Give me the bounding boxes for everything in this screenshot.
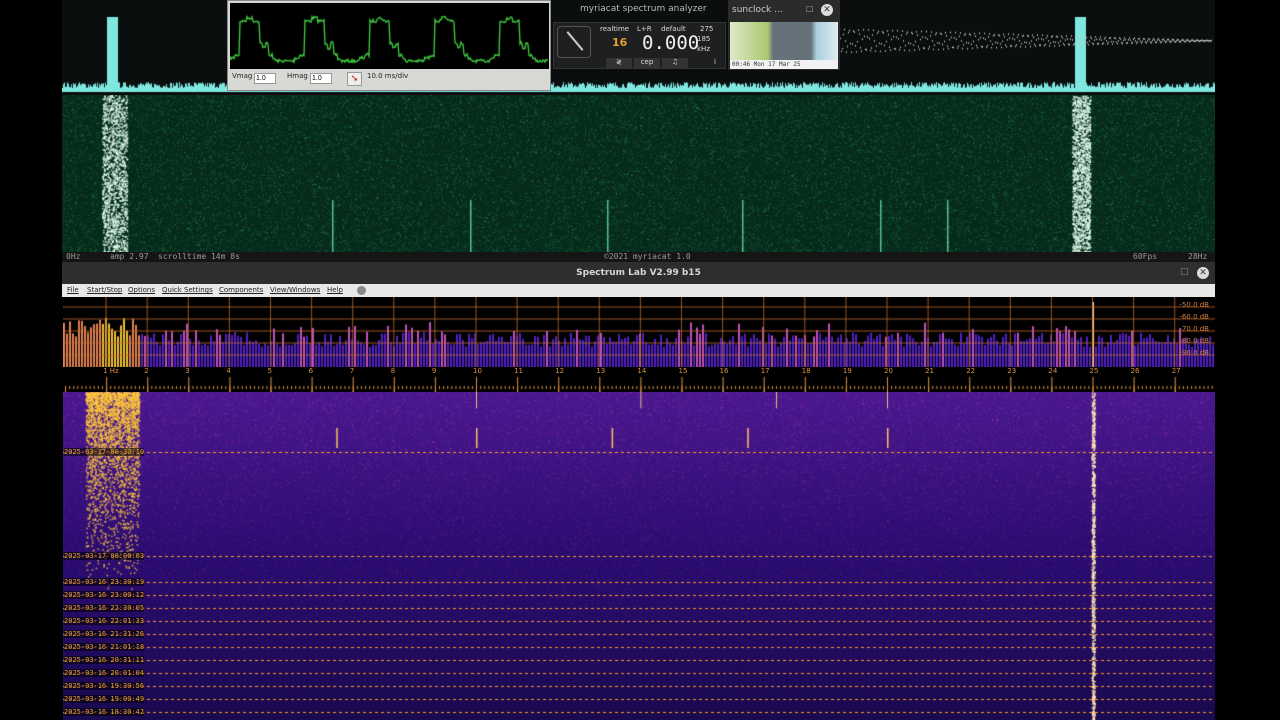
- vmag-input[interactable]: [254, 73, 276, 84]
- fps-readout: 60Fps: [1133, 252, 1158, 261]
- widget-button-1[interactable]: ≷: [606, 58, 632, 68]
- frequency-tick-label: 2: [144, 367, 149, 375]
- frequency-tick-label: 17: [760, 367, 770, 375]
- sunclock-window: sunclock ... □ ✕ 00:46 Mon 17 Mar 25: [728, 0, 840, 70]
- info-button[interactable]: i: [714, 58, 716, 66]
- widget-button-cep[interactable]: cep: [634, 58, 660, 68]
- db-label: -50.0 dB: [1179, 301, 1209, 309]
- cursor-tool-button[interactable]: ➘: [347, 72, 362, 86]
- menu-bar: File Start/Stop Options Quick Settings C…: [62, 284, 1215, 297]
- frequency-tick-label: 27: [1171, 367, 1181, 375]
- widget-button-music[interactable]: ♫: [662, 58, 688, 68]
- frequency-tick-label: 1 Hz: [103, 367, 119, 375]
- timestamp-label: 2025-03-16 22:30:05: [64, 604, 145, 612]
- timestamp-label: 2025-03-17 00:30:10: [64, 448, 145, 456]
- timestamp-label: 2025-03-16 19:00:49: [64, 695, 145, 703]
- menu-view-windows[interactable]: View/Windows: [270, 284, 320, 297]
- dial-icon[interactable]: [557, 26, 591, 58]
- vmag-label: Vmag: [232, 72, 253, 80]
- arrow-cursor-icon: ➘: [350, 74, 359, 84]
- frequency-tick-label: 22: [966, 367, 976, 375]
- frequency-tick-label: 25: [1089, 367, 1099, 375]
- frequency-tick-label: 9: [431, 367, 437, 375]
- myriacat-waterfall: [62, 95, 1215, 252]
- frequency-tick-label: 18: [801, 367, 811, 375]
- frequency-tick-label: 5: [267, 367, 272, 375]
- db-label: -90.0 dB: [1179, 349, 1209, 357]
- frequency-tick-label: 10: [473, 367, 482, 375]
- oscilloscope-trace: [230, 3, 549, 69]
- frequency-axis: 1 Hz 2 3 4 5 6 7 8 9 10 11 12 13 14 15 16 17 18 19 20 21 22 23…: [63, 367, 1215, 392]
- maximize-button[interactable]: □: [806, 4, 814, 13]
- copyright: ©2021 myriacat 1.0: [604, 252, 691, 261]
- timestamp-label: 2025-03-16 23:30:19: [64, 578, 145, 586]
- frequency-tick-label: 19: [842, 367, 852, 375]
- hmag-label: Hmag: [287, 72, 308, 80]
- db-label: -80.0 dB: [1179, 337, 1209, 345]
- menu-help[interactable]: Help: [327, 284, 343, 297]
- frequency-tick-label: 7: [349, 367, 355, 375]
- menu-quick-settings[interactable]: Quick Settings: [162, 284, 213, 297]
- mode-label[interactable]: realtime: [600, 25, 629, 33]
- close-button[interactable]: ✕: [1197, 267, 1209, 279]
- sunclock-time: 00:46 Mon 17 Mar 25: [730, 60, 838, 69]
- spectrum-graph: [63, 297, 1215, 367]
- frequency-tick-label: 20: [884, 367, 893, 375]
- menu-components[interactable]: Components: [219, 284, 263, 297]
- timestamp-label: 2025-03-16 19:30:56: [64, 682, 145, 690]
- timestamp-label: 2025-03-16 23:00:12: [64, 591, 145, 599]
- small-digits: 16: [612, 36, 628, 49]
- frequency-tick-label: 16: [719, 367, 729, 375]
- freq-max: 28Hz: [1188, 252, 1208, 261]
- frequency-tick-label: 23: [1007, 367, 1017, 375]
- frequency-tick-label: 26: [1130, 367, 1140, 375]
- timestamp-label: 2025-03-16 21:01:18: [64, 643, 145, 651]
- frequency-tick-label: 13: [596, 367, 606, 375]
- db-label: -70.0 dB: [1179, 325, 1209, 333]
- frequency-tick-label: 4: [226, 367, 231, 375]
- world-map: [730, 22, 838, 60]
- frequency-tick-label: 12: [555, 367, 565, 375]
- frequency-tick-label: 6: [308, 367, 314, 375]
- timestamp-label: 2025-03-16 22:01:33: [64, 617, 145, 625]
- timestamp-label: 2025-03-17 00:00:03: [64, 552, 145, 560]
- scrolltime-readout: scrolltime 14m 8s: [158, 252, 240, 261]
- frequency-tick-label: 8: [390, 367, 396, 375]
- status-led-icon: [357, 286, 366, 295]
- sunclock-title: sunclock ...: [732, 5, 783, 15]
- spectrum-lab-title: Spectrum Lab V2.99 b15: [62, 262, 1215, 284]
- oscilloscope-window: Vmag Hmag ➘ 10.0 ms/div: [227, 0, 551, 91]
- frequency-display: 0.000: [642, 32, 700, 54]
- spectrogram-waterfall: [63, 392, 1215, 720]
- maximize-button[interactable]: □: [1180, 267, 1189, 277]
- unit-label: kHz: [697, 45, 710, 53]
- menu-file[interactable]: File: [67, 284, 79, 297]
- amp-readout: amp 2.97: [110, 252, 149, 261]
- frequency-tick-label: 15: [678, 367, 688, 375]
- myriacat-title: myriacat spectrum analyzer: [580, 4, 707, 14]
- frequency-tick-label: 3: [185, 367, 190, 375]
- menu-start-stop[interactable]: Start/Stop: [87, 284, 122, 297]
- right-number: 185: [697, 35, 711, 43]
- top-number: 275: [700, 25, 714, 33]
- freq-min: 0Hz: [66, 252, 81, 261]
- timestamp-label: 2025-03-16 18:30:42: [64, 708, 145, 716]
- close-button[interactable]: ✕: [821, 4, 833, 16]
- timestamp-label: 2025-03-16 21:31:26: [64, 630, 145, 638]
- myriacat-status-bar: 0Hz amp 2.97 scrolltime 14m 8s ©2021 myr…: [62, 252, 1215, 262]
- spectrum-lab-window: Spectrum Lab V2.99 b15 □ ✕ File Start/St…: [62, 262, 1215, 720]
- menu-options[interactable]: Options: [128, 284, 155, 297]
- frequency-tick-label: 21: [925, 367, 935, 375]
- timebase-readout: 10.0 ms/div: [367, 72, 409, 80]
- db-label: -60.0 dB: [1179, 313, 1209, 321]
- frequency-tick-label: 11: [514, 367, 524, 375]
- timestamp-label: 2025-03-16 20:01:04: [64, 669, 145, 677]
- timestamp-label: 2025-03-16 20:31:11: [64, 656, 145, 664]
- myriacat-control-widget: realtime L+R default 275 16 0.000 185 kH…: [553, 22, 726, 69]
- frequency-tick-label: 14: [637, 367, 647, 375]
- frequency-tick-label: 24: [1048, 367, 1058, 375]
- hmag-input[interactable]: [310, 73, 332, 84]
